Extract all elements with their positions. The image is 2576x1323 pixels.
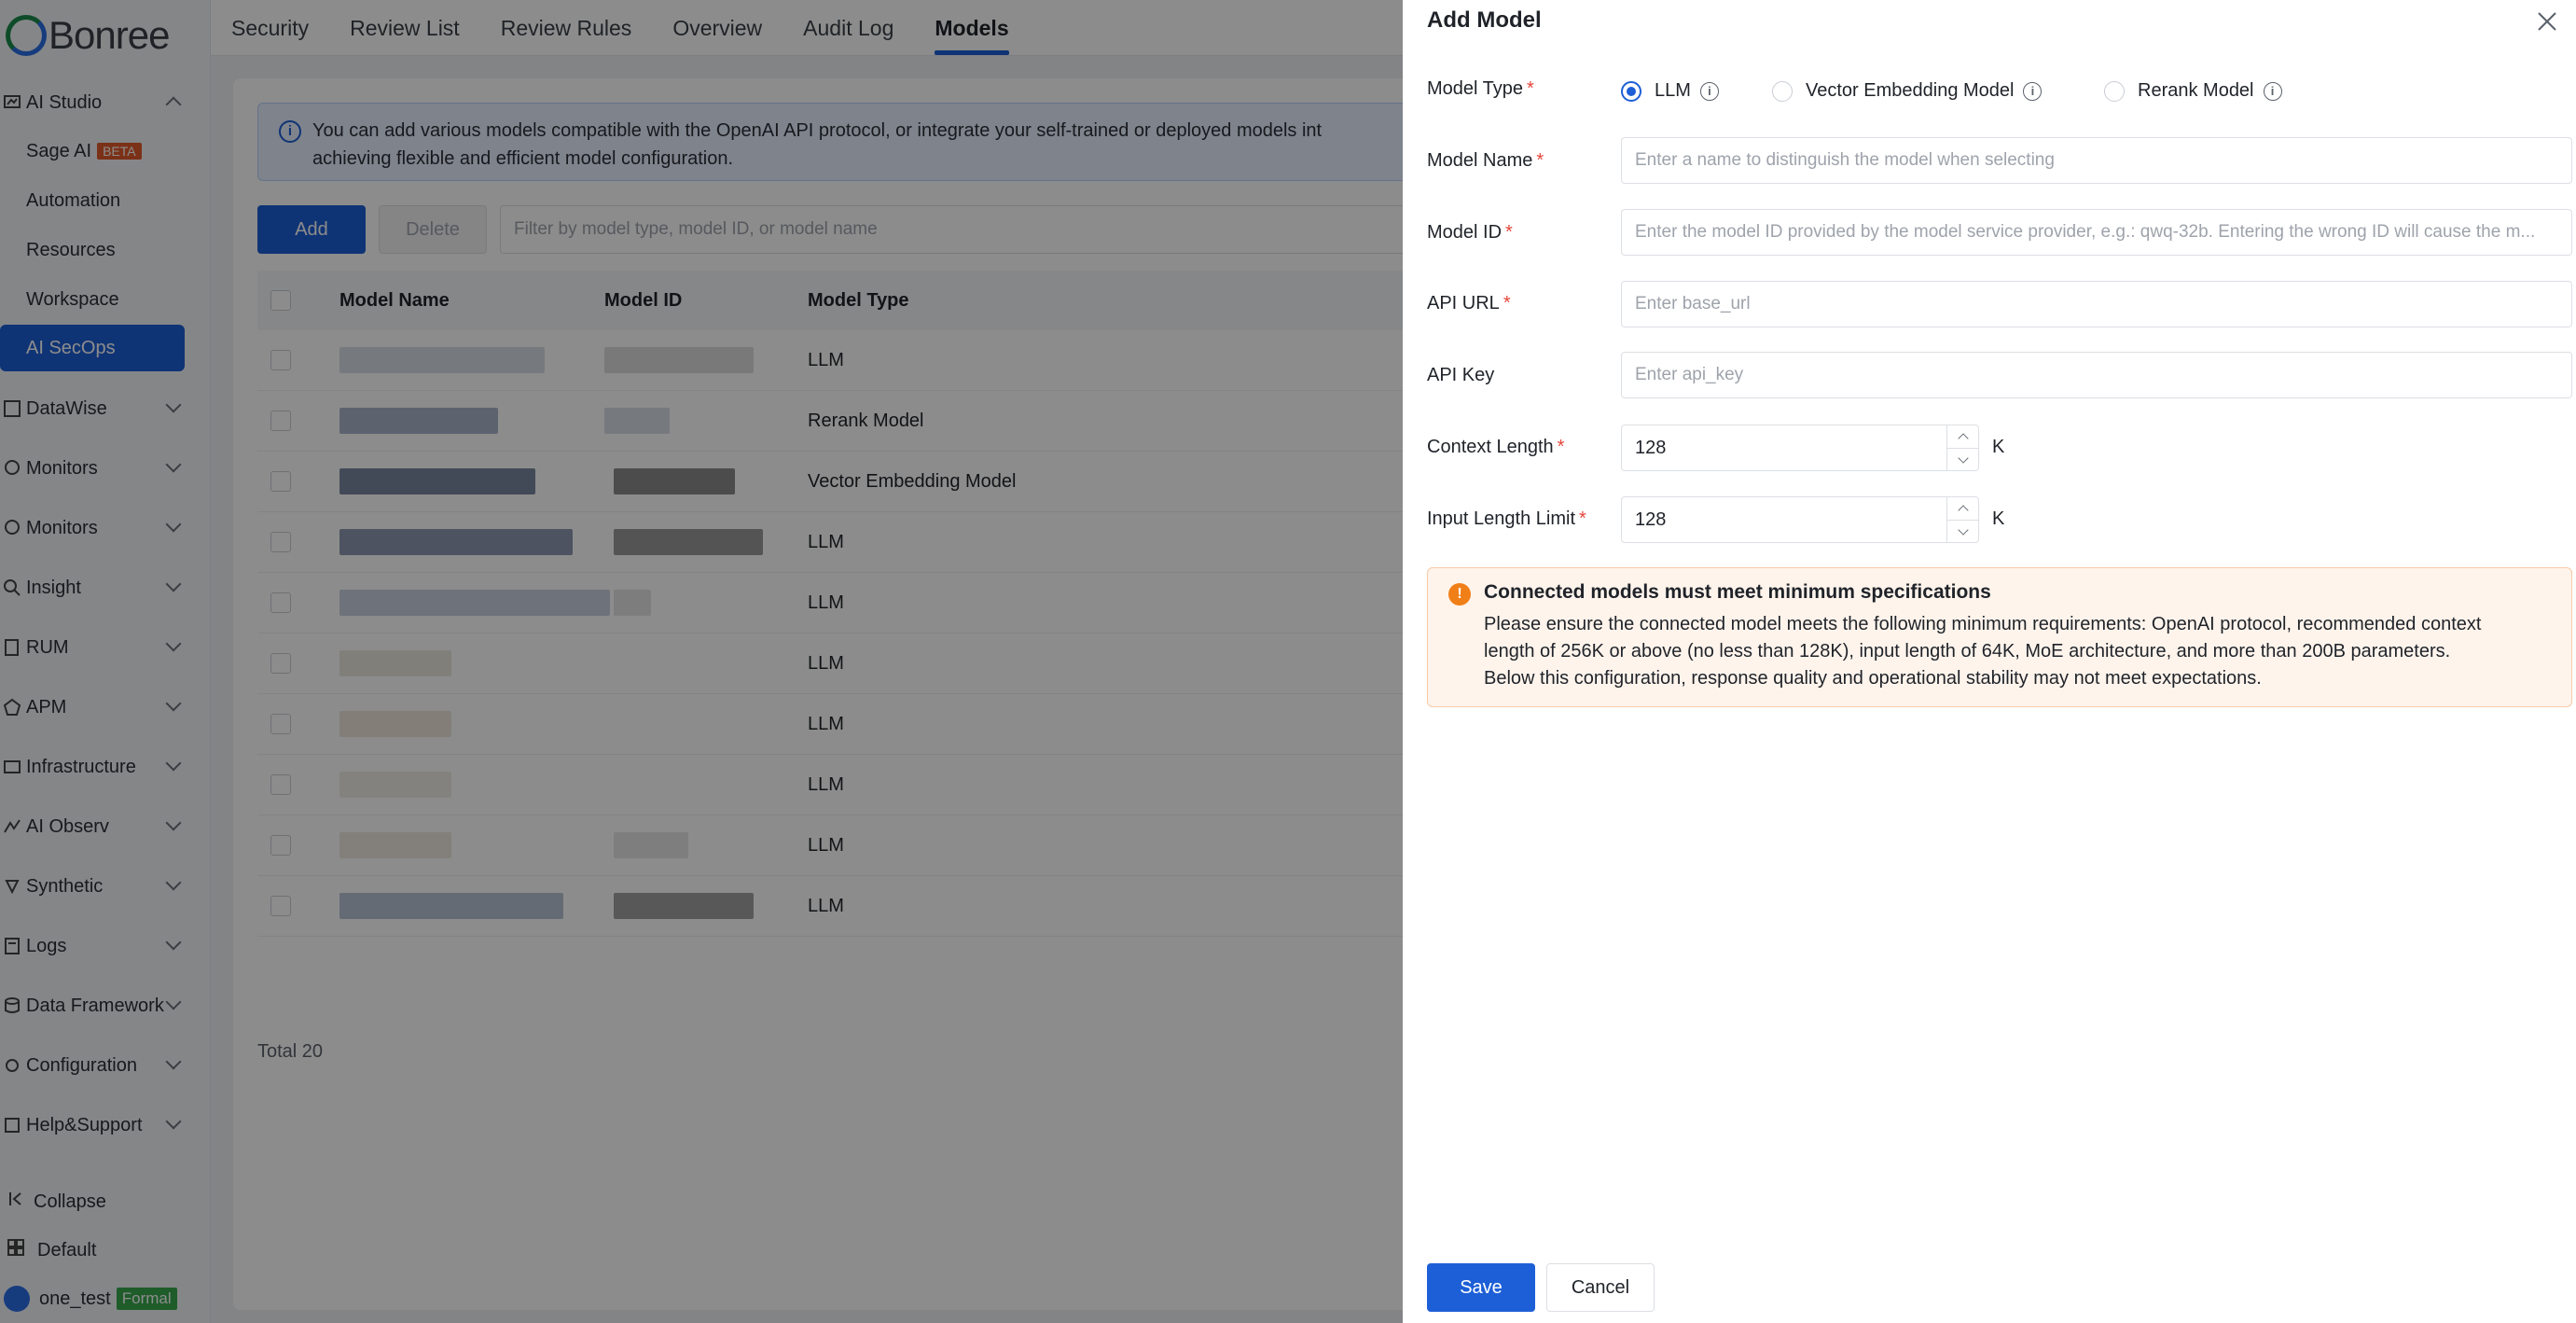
increment-button[interactable]	[1947, 425, 1978, 448]
radio-rerank-dot[interactable]	[2104, 80, 2125, 102]
radio-llm[interactable]: LLM i	[1621, 80, 1719, 102]
input-limit-label: Input Length Limit *	[1427, 508, 1586, 530]
label-text: Model Type	[1427, 78, 1524, 99]
modal-overlay[interactable]	[0, 0, 1403, 1323]
model-id-input[interactable]: Enter the model ID provided by the model…	[1621, 209, 2572, 256]
radio-llm-dot[interactable]	[1621, 80, 1641, 102]
label-text: Model ID	[1427, 222, 1503, 243]
label-text: API Key	[1427, 365, 1495, 385]
context-length-unit: K	[1992, 437, 2005, 457]
input-limit-stepper[interactable]: 128	[1621, 496, 1979, 543]
save-button[interactable]: Save	[1427, 1263, 1535, 1312]
model-name-input[interactable]: Enter a name to distinguish the model wh…	[1621, 137, 2572, 184]
required-mark: *	[1536, 150, 1544, 171]
radio-label: Vector Embedding Model	[1806, 80, 2015, 101]
radio-rerank[interactable]: Rerank Model i	[2104, 80, 2282, 102]
exclamation-icon: !	[1448, 583, 1471, 606]
label-text: Context Length	[1427, 437, 1554, 457]
cancel-button[interactable]: Cancel	[1546, 1263, 1655, 1312]
warning-line: length of 256K or above (no less than 12…	[1484, 641, 2451, 662]
required-mark: *	[1505, 222, 1513, 243]
required-mark: *	[1579, 508, 1586, 529]
warning-body: Please ensure the connected model meets …	[1484, 611, 2556, 692]
required-mark: *	[1527, 78, 1534, 99]
context-length-label: Context Length *	[1427, 437, 1564, 458]
input-limit-unit: K	[1992, 508, 2005, 529]
model-id-label: Model ID *	[1427, 222, 1513, 244]
stepper-buttons	[1946, 425, 1978, 470]
radio-label: LLM	[1655, 80, 1691, 101]
model-type-label: Model Type *	[1427, 78, 1534, 100]
required-mark: *	[1557, 437, 1565, 457]
label-text: API URL	[1427, 293, 1500, 313]
chevron-up-icon	[1957, 505, 1969, 516]
warning-line: Please ensure the connected model meets …	[1484, 614, 2482, 634]
required-mark: *	[1503, 293, 1511, 313]
warning-alert: ! Connected models must meet minimum spe…	[1427, 567, 2572, 707]
chevron-down-icon	[1957, 452, 1969, 464]
increment-button[interactable]	[1947, 497, 1978, 520]
api-url-input[interactable]: Enter base_url	[1621, 281, 2572, 327]
add-model-drawer: Add Model Model Type * LLM i Vector Embedd…	[1403, 0, 2576, 1323]
info-circle-icon[interactable]: i	[1699, 81, 1719, 101]
chevron-up-icon	[1957, 433, 1969, 444]
label-text: Input Length Limit	[1427, 508, 1575, 529]
radio-vector-embedding-dot[interactable]	[1772, 80, 1793, 102]
api-key-label: API Key	[1427, 365, 1494, 386]
context-length-value[interactable]: 128	[1635, 438, 1666, 459]
radio-label: Rerank Model	[2138, 80, 2254, 101]
chevron-down-icon	[1957, 523, 1969, 536]
info-circle-icon[interactable]: i	[2023, 81, 2043, 101]
context-length-stepper[interactable]: 128	[1621, 425, 1979, 471]
decrement-button[interactable]	[1947, 520, 1978, 542]
model-name-label: Model Name *	[1427, 150, 1544, 172]
info-circle-icon[interactable]: i	[2263, 81, 2282, 101]
close-icon[interactable]	[2531, 6, 2563, 37]
drawer-title: Add Model	[1427, 7, 1542, 33]
api-key-input[interactable]: Enter api_key	[1621, 352, 2572, 398]
radio-vector-embedding[interactable]: Vector Embedding Model i	[1772, 80, 2043, 102]
stepper-buttons	[1946, 497, 1978, 542]
decrement-button[interactable]	[1947, 448, 1978, 470]
input-limit-value[interactable]: 128	[1635, 509, 1666, 531]
api-url-label: API URL *	[1427, 293, 1511, 314]
warning-title: Connected models must meet minimum speci…	[1484, 581, 1991, 603]
label-text: Model Name	[1427, 150, 1533, 171]
warning-line: Below this configuration, response quali…	[1484, 668, 2262, 689]
